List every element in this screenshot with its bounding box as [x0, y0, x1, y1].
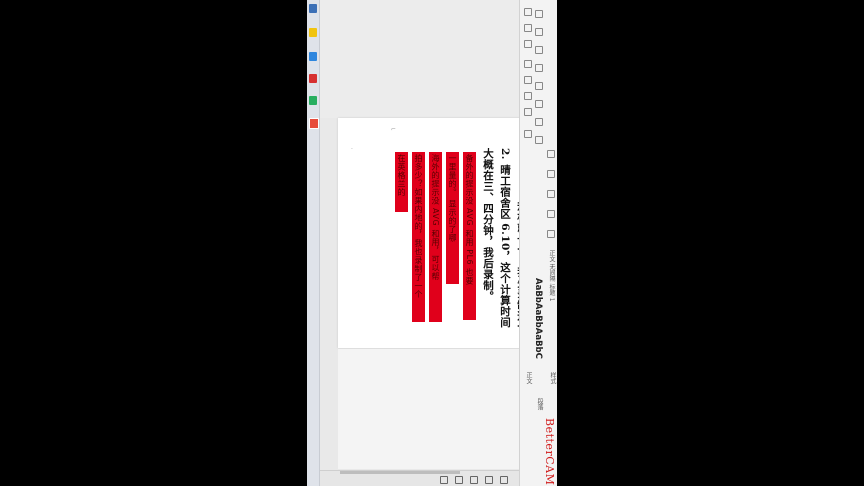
horizontal-scrollbar[interactable]	[340, 471, 460, 474]
font-size-icon[interactable]	[524, 24, 532, 32]
ribbon-label-2: 段落	[536, 398, 543, 410]
app-icon-2[interactable]	[309, 96, 317, 105]
document-next-page	[338, 349, 519, 469]
line-spacing-icon[interactable]	[535, 136, 543, 144]
bold-icon[interactable]	[524, 60, 532, 68]
status-bar	[320, 470, 519, 486]
zoom-in-icon[interactable]	[500, 476, 508, 484]
view-web-icon[interactable]	[455, 476, 463, 484]
ribbon-label-3: 样式	[549, 372, 556, 384]
margin-mark: ⌐	[391, 126, 397, 133]
taskbar	[307, 0, 320, 486]
doc-line-2: 2. 晴工宿舍区 6.10，这个计算时间	[499, 148, 511, 328]
top-margin-area	[320, 0, 519, 118]
indent-icon[interactable]	[535, 46, 543, 54]
style-names: 正文 无间隔 标题 1	[548, 250, 555, 302]
numbering-icon[interactable]	[535, 28, 543, 36]
align-center-icon[interactable]	[535, 82, 543, 90]
font-color-icon[interactable]	[524, 130, 532, 138]
view-outline-icon[interactable]	[470, 476, 478, 484]
borders-icon[interactable]	[547, 170, 555, 178]
font-icon[interactable]	[524, 8, 532, 16]
ribbon-label-1: 正文	[525, 372, 532, 384]
highlight-strip-4: 拍多少？如果内地的，我也录制了一个	[412, 152, 425, 322]
highlight-strip-1: 备外的提示没 AVG 和用 PL6 也要	[463, 152, 476, 320]
document-workspace: ⌐ · 频。 1. PL30 规格就一个，我先录制这个。 2. 晴工宿舍区 6.…	[320, 0, 549, 470]
bullets-icon[interactable]	[535, 10, 543, 18]
italic-icon[interactable]	[524, 76, 532, 84]
app-icon[interactable]	[309, 74, 317, 83]
view-page-icon[interactable]	[440, 476, 448, 484]
folder-icon[interactable]	[309, 28, 317, 37]
style-gallery[interactable]: AaBbAaBbAaBbC	[533, 278, 543, 359]
bettercam-watermark: BetterCAM	[543, 418, 556, 486]
document-page[interactable]: ⌐ · 频。 1. PL30 规格就一个，我先录制这个。 2. 晴工宿舍区 6.…	[338, 118, 549, 348]
shading-icon[interactable]	[547, 150, 555, 158]
underline-icon[interactable]	[524, 92, 532, 100]
align-right-icon[interactable]	[535, 100, 543, 108]
ribbon-column-paragraph: AaBbAaBbAaBbC 段落	[533, 0, 544, 486]
ribbon-column-styles: 正文 无间隔 标题 1 BetterCAM	[543, 0, 556, 486]
show-marks-icon[interactable]	[547, 210, 555, 218]
grow-font-icon[interactable]	[524, 40, 532, 48]
sort-icon[interactable]	[547, 190, 555, 198]
highlight-strip-2: 一里量的。 显示的了哪	[446, 152, 459, 284]
ribbon-column-font: 正文	[522, 0, 533, 486]
highlight-strip-3: 海外的提示没 AVG 和用，可以帮	[429, 152, 442, 322]
wps-icon[interactable]	[309, 118, 319, 129]
start-icon[interactable]	[309, 4, 317, 13]
highlight-strip-5: 在英格兰的	[395, 152, 408, 212]
zoom-out-icon[interactable]	[485, 476, 493, 484]
screen: ⌐ · 频。 1. PL30 规格就一个，我先录制这个。 2. 晴工宿舍区 6.…	[307, 0, 557, 486]
browser-icon[interactable]	[309, 52, 317, 61]
wps-app-icon[interactable]	[547, 230, 555, 238]
align-left-icon[interactable]	[535, 64, 543, 72]
strike-icon[interactable]	[524, 108, 532, 116]
ribbon: 正文 AaBbAaBbAaBbC 段落 正文 无间隔 标题 1 BetterCA…	[519, 0, 557, 486]
margin-mark-2: ·	[351, 146, 353, 153]
doc-line-3: 大概在三、四分钟，我后录制。	[482, 148, 494, 302]
justify-icon[interactable]	[535, 118, 543, 126]
